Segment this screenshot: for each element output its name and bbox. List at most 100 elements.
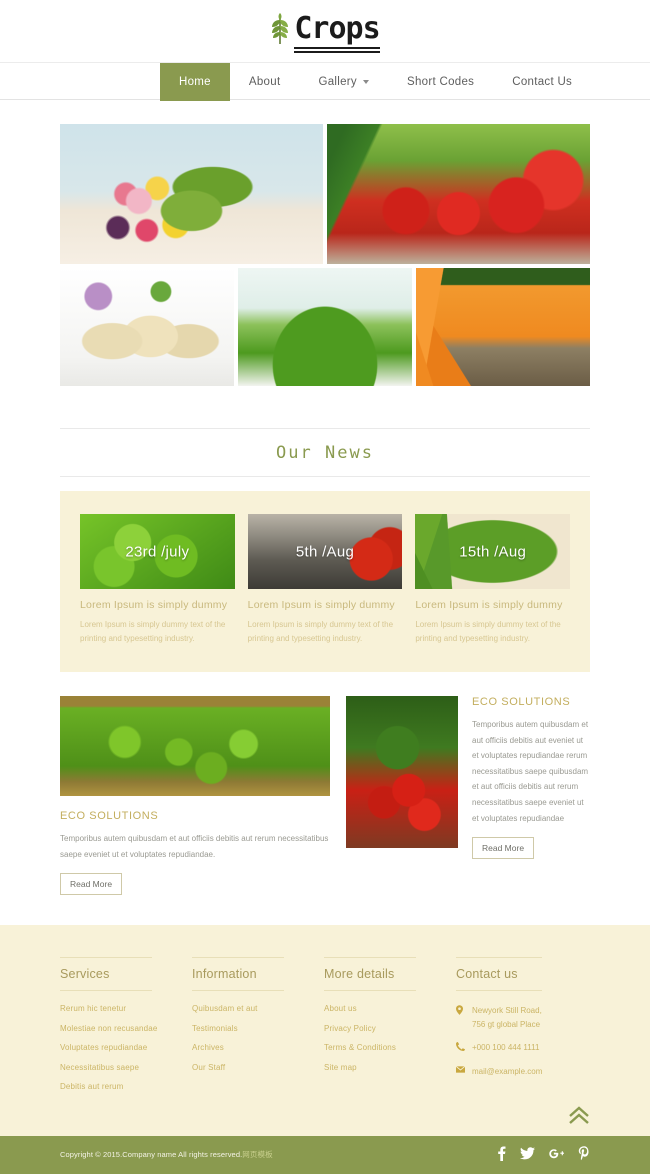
list-item[interactable]: Molestiae non recusandae <box>60 1024 192 1033</box>
list-item[interactable]: Testimonials <box>192 1024 324 1033</box>
eco-heading: ECO SOLUTIONS <box>472 696 571 708</box>
site-header: Crops <box>0 0 650 62</box>
map-pin-icon <box>456 1005 465 1017</box>
footer-column-more-details: More details About us Privacy Policy Ter… <box>324 957 456 1102</box>
nav-item-contact-us[interactable]: Contact Us <box>493 63 591 101</box>
twitter-icon[interactable] <box>519 1147 535 1162</box>
list-item[interactable]: Debitis aut rerum <box>60 1082 192 1091</box>
eco-heading: ECO SOLUTIONS <box>60 810 159 822</box>
news-section-header: Our News <box>60 428 590 477</box>
footer-list-services: Rerum hic tenetur Molestiae non recusand… <box>60 1004 192 1091</box>
news-card[interactable]: 15th /Aug Lorem Ipsum is simply dummy Lo… <box>415 514 571 646</box>
logo-underline-2 <box>294 50 380 53</box>
list-item[interactable]: Voluptates repudiandae <box>60 1043 192 1052</box>
footer-bottom-bar: Copyright © 2015.Company name All rights… <box>0 1135 650 1174</box>
news-title: Lorem Ipsum is simply dummy <box>415 599 563 611</box>
news-thumbnail-chilli: 5th /Aug <box>247 514 403 589</box>
eco-panel-left: ECO SOLUTIONS Temporibus autem quibusdam… <box>60 696 330 896</box>
nav-item-gallery[interactable]: Gallery <box>299 63 388 101</box>
footer-contact-details: Newyork Still Road, 756 gt global Place … <box>455 1004 590 1079</box>
facebook-icon[interactable] <box>497 1146 506 1163</box>
social-links <box>497 1146 590 1163</box>
logo-underline-1 <box>294 46 380 49</box>
contact-phone[interactable]: +000 100 444 1111 <box>456 1041 590 1055</box>
contact-email[interactable]: mail@example.com <box>455 1065 590 1079</box>
eco-right-text-block: ECO SOLUTIONS Temporibus autem quibusdam… <box>472 696 590 860</box>
gallery-image-carrots[interactable] <box>416 268 590 386</box>
read-more-button[interactable]: Read More <box>60 873 123 896</box>
site-logo[interactable]: Crops <box>270 10 381 53</box>
site-footer: Services Rerum hic tenetur Molestiae non… <box>0 925 650 1136</box>
news-date: 5th /Aug <box>295 543 355 560</box>
gallery-image-greenhouse-lettuce[interactable] <box>238 268 412 386</box>
nav-item-home[interactable]: Home <box>160 63 230 101</box>
news-thumbnail-beans: 15th /Aug <box>415 514 571 589</box>
nav-item-about[interactable]: About <box>230 63 300 101</box>
main-navigation: Home About Gallery Short Codes Contact U… <box>60 63 590 101</box>
contact-address: Newyork Still Road, 756 gt global Place <box>456 1004 590 1031</box>
nav-label-about: About <box>248 76 281 88</box>
nav-label-gallery: Gallery <box>318 76 357 88</box>
eco-body-text: Temporibus autem quibusdam et aut offici… <box>60 834 329 859</box>
list-item[interactable]: About us <box>324 1004 456 1013</box>
eco-image-tomatoes <box>346 696 458 848</box>
footer-column-contact: Contact us Newyork Still Road, 756 gt gl… <box>455 957 590 1102</box>
list-item[interactable]: Necessitatibus saepe <box>60 1063 192 1072</box>
gallery-image-potatoes[interactable] <box>60 268 234 386</box>
eco-panel-right: ECO SOLUTIONS Temporibus autem quibusdam… <box>346 696 590 860</box>
read-more-button[interactable]: Read More <box>472 837 535 860</box>
news-card[interactable]: 23rd /july Lorem Ipsum is simply dummy L… <box>80 514 235 646</box>
contact-email-text: mail@example.com <box>472 1066 543 1076</box>
gallery-row-top <box>60 124 590 264</box>
address-line-2: 756 gt global Place <box>472 1019 541 1029</box>
hero-gallery <box>60 124 590 386</box>
list-item[interactable]: Site map <box>324 1063 456 1072</box>
eco-image-peas <box>60 696 330 796</box>
list-item[interactable]: Quibusdam et aut <box>192 1004 324 1013</box>
news-card[interactable]: 5th /Aug Lorem Ipsum is simply dummy Lor… <box>247 514 403 646</box>
eco-body-text: Temporibus autem quibusdam et aut offici… <box>472 720 589 823</box>
footer-heading-more-details: More details <box>324 957 416 992</box>
news-description: Lorem Ipsum is simply dummy text of the … <box>247 620 394 643</box>
section-title: Our News <box>276 443 374 463</box>
news-thumbnail-lettuce: 23rd /july <box>80 514 235 589</box>
footer-heading-information: Information <box>192 957 284 992</box>
gallery-row-bottom <box>60 268 590 386</box>
nav-item-short-codes[interactable]: Short Codes <box>388 63 493 101</box>
news-description: Lorem Ipsum is simply dummy text of the … <box>80 620 226 643</box>
chevron-down-icon <box>362 80 369 84</box>
contact-phone-text: +000 100 444 1111 <box>472 1043 540 1053</box>
nav-label-contact-us: Contact Us <box>512 76 573 88</box>
google-plus-icon[interactable] <box>549 1147 565 1162</box>
gallery-image-tomatoes-plate[interactable] <box>327 124 590 264</box>
footer-column-information: Information Quibusdam et aut Testimonial… <box>192 957 324 1102</box>
news-cards-container: 23rd /july Lorem Ipsum is simply dummy L… <box>60 491 590 672</box>
gallery-image-vegetables-on-table[interactable] <box>60 124 323 264</box>
footer-heading-services: Services <box>60 957 152 992</box>
footer-heading-contact: Contact us <box>456 957 542 992</box>
list-item[interactable]: Rerum hic tenetur <box>60 1004 192 1013</box>
copyright-text: Copyright © 2015.Company name All rights… <box>60 1149 273 1160</box>
list-item[interactable]: Our Staff <box>192 1063 324 1072</box>
news-title: Lorem Ipsum is simply dummy <box>247 599 395 611</box>
main-navigation-bar: Home About Gallery Short Codes Contact U… <box>0 62 650 101</box>
eco-solutions-section: ECO SOLUTIONS Temporibus autem quibusdam… <box>60 696 590 896</box>
news-title: Lorem Ipsum is simply dummy <box>80 599 228 611</box>
wheat-leaf-icon <box>270 10 290 49</box>
list-item[interactable]: Archives <box>192 1043 324 1052</box>
pinterest-icon[interactable] <box>578 1146 590 1163</box>
copyright-cn[interactable]: 网页模板 <box>242 1150 272 1159</box>
news-date: 15th /Aug <box>459 543 527 560</box>
footer-column-services: Services Rerum hic tenetur Molestiae non… <box>60 957 192 1102</box>
bottom-bar-inner: Copyright © 2015.Company name All rights… <box>60 1146 590 1163</box>
logo-text: Crops <box>294 10 380 46</box>
news-description: Lorem Ipsum is simply dummy text of the … <box>415 620 561 643</box>
list-item[interactable]: Terms & Conditions <box>324 1043 456 1052</box>
phone-icon <box>456 1042 465 1053</box>
scroll-to-top-row <box>60 1106 590 1136</box>
footer-list-information: Quibusdam et aut Testimonials Archives O… <box>192 1004 324 1072</box>
list-item[interactable]: Privacy Policy <box>324 1024 456 1033</box>
address-line-1: Newyork Still Road, <box>472 1006 542 1016</box>
double-chevron-up-icon[interactable] <box>568 1106 590 1130</box>
nav-label-short-codes: Short Codes <box>406 76 475 88</box>
